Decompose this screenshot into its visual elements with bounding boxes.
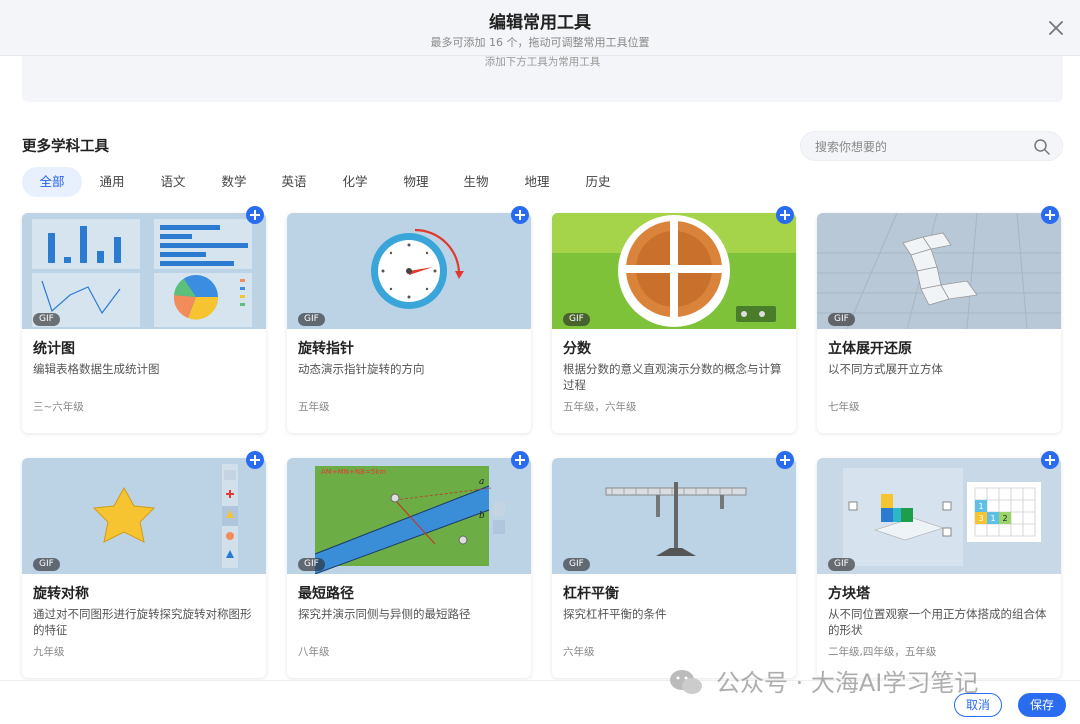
cube-cell-number: 1 [978,502,983,511]
tool-grade: 七年级 [828,401,860,413]
tab-history[interactable]: 历史 [574,167,622,197]
tab-english[interactable]: 英语 [270,167,318,197]
add-icon[interactable] [776,206,794,224]
search-input[interactable] [815,138,1025,156]
add-icon[interactable] [246,451,264,469]
tool-card[interactable]: GIF 分数 根据分数的意义直观演示分数的概念与计算过程 五年级，六年级 [552,213,796,433]
watermark-text: 公众号 · 大海AI学习笔记 [716,669,979,697]
tool-thumbnail: AM+MN+NB=5km a b GIF [287,458,531,574]
tool-title: 方块塔 [828,586,870,602]
path-formula: AM+MN+NB=5km [321,468,386,476]
tool-grade: 八年级 [298,646,330,658]
tool-grade: 三~六年级 [33,401,84,413]
search-box [800,131,1063,161]
tool-title: 旋转指针 [298,341,354,357]
tool-card[interactable]: GIF 立体展开还原 以不同方式展开立方体 七年级 [817,213,1061,433]
tool-description: 编辑表格数据生成统计图 [33,362,160,376]
tool-title: 统计图 [33,341,75,357]
line-b-label: b [479,511,485,521]
tool-thumbnail: GIF [817,213,1061,329]
cube-unfold-thumbnail [817,213,1061,329]
cube-cell-number: 2 [1002,514,1007,523]
tool-description: 探究并演示同侧与异侧的最短路径 [298,607,471,621]
shortest-path-thumbnail: AM+MN+NB=5km a b [314,466,505,574]
more-tools-title: 更多学科工具 [22,139,109,155]
tab-physics[interactable]: 物理 [392,167,440,197]
tool-thumbnail: GIF [552,213,796,329]
tool-card[interactable]: GIF 旋转对称 通过对不同图形进行旋转探究旋转对称图形的特征 九年级 [22,458,266,678]
gif-badge: GIF [298,313,325,326]
tool-thumbnail: GIF [22,213,266,329]
line-a-label: a [479,477,484,487]
tab-all[interactable]: 全部 [22,167,82,197]
tab-geography[interactable]: 地理 [513,167,561,197]
tab-math[interactable]: 数学 [210,167,258,197]
dialog-header: 编辑常用工具 最多可添加 16 个，拖动可调整常用工具位置 [0,0,1080,56]
dialog-title: 编辑常用工具 [489,13,591,33]
save-button[interactable]: 保存 [1018,693,1066,717]
tab-general[interactable]: 通用 [88,167,136,197]
wechat-icon [670,670,702,694]
gif-badge: GIF [828,313,855,326]
tool-description: 从不同位置观察一个用正方体搭成的组合体的形状 [828,607,1047,637]
add-icon[interactable] [776,451,794,469]
statistics-chart-thumbnail [32,219,252,327]
tool-grade: 五年级 [298,401,330,413]
cancel-button[interactable]: 取消 [954,693,1002,717]
tool-description: 探究杠杆平衡的条件 [563,607,667,621]
tool-thumbnail: GIF [552,458,796,574]
gif-badge: GIF [563,313,590,326]
dropzone-hint: 添加下方工具为常用工具 [484,56,601,68]
gif-badge: GIF [828,558,855,571]
dialog-subtitle: 最多可添加 16 个，拖动可调整常用工具位置 [430,36,650,49]
tool-card[interactable]: GIF 杠杆平衡 探究杠杆平衡的条件 六年级 [552,458,796,678]
add-icon[interactable] [511,451,529,469]
close-icon[interactable] [1044,16,1068,40]
tool-description: 以不同方式展开立方体 [828,362,943,376]
rotating-pointer-thumbnail [371,228,464,309]
tool-title: 分数 [563,341,591,357]
tool-grade: 二年级,四年级，五年级 [828,646,937,658]
search-icon[interactable] [1033,138,1051,156]
gif-badge: GIF [33,558,60,571]
tab-chemistry[interactable]: 化学 [331,167,379,197]
tool-description: 通过对不同图形进行旋转探究旋转对称图形的特征 [33,607,252,637]
tool-title: 立体展开还原 [828,341,912,357]
common-tools-dropzone[interactable]: 添加下方工具为常用工具 [22,56,1063,102]
tool-card[interactable]: GIF 统计图 编辑表格数据生成统计图 三~六年级 [22,213,266,433]
tab-chinese[interactable]: 语文 [149,167,197,197]
tab-biology[interactable]: 生物 [452,167,500,197]
gif-badge: GIF [563,558,590,571]
tool-thumbnail: 1 3 1 2 GIF [817,458,1061,574]
tool-description: 动态演示指针旋转的方向 [298,362,425,376]
lever-balance-thumbnail [605,482,747,556]
tool-description: 根据分数的意义直观演示分数的概念与计算过程 [563,362,782,392]
tool-card[interactable]: 1 3 1 2 GIF 方块塔 从不同位置观察一个用正方体搭成的组合体的形状 二… [817,458,1061,678]
tool-thumbnail: GIF [287,213,531,329]
gif-badge: GIF [298,558,325,571]
rotation-symmetry-thumbnail [92,464,238,568]
add-icon[interactable] [246,206,264,224]
add-icon[interactable] [1041,206,1059,224]
tool-grade: 六年级 [563,646,595,658]
tool-grade: 九年级 [33,646,65,658]
tool-thumbnail: GIF [22,458,266,574]
tool-title: 杠杆平衡 [563,586,619,602]
block-tower-thumbnail: 1 3 1 2 [843,468,1041,566]
cube-cell-number: 3 [978,514,983,523]
tool-title: 最短路径 [298,586,354,602]
cube-cell-number: 1 [990,514,995,523]
gif-badge: GIF [33,313,60,326]
add-icon[interactable] [511,206,529,224]
add-icon[interactable] [1041,451,1059,469]
tool-title: 旋转对称 [33,586,89,602]
tool-grade: 五年级，六年级 [563,401,637,413]
tool-card[interactable]: AM+MN+NB=5km a b GIF 最短路径 探究并演示同侧与异侧的最短路… [287,458,531,678]
fraction-mooncake-thumbnail [552,213,796,327]
tool-card[interactable]: GIF 旋转指针 动态演示指针旋转的方向 五年级 [287,213,531,433]
